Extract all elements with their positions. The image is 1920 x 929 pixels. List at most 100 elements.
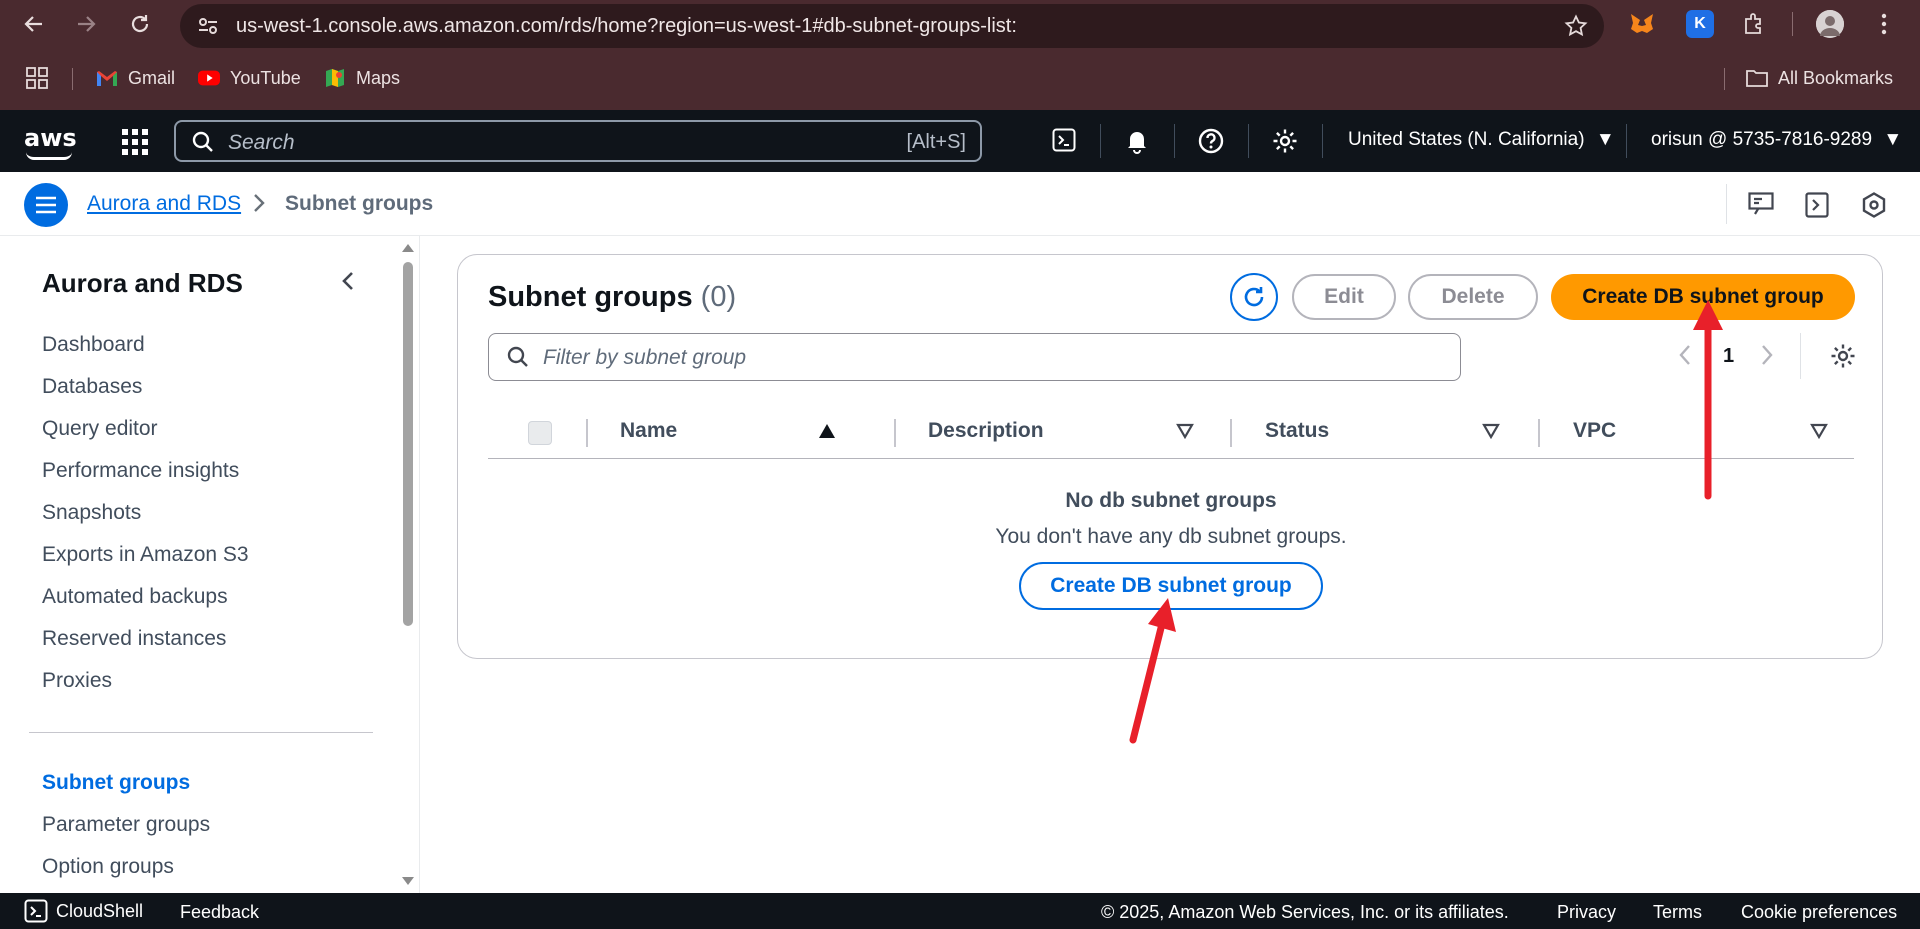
search-icon (192, 131, 214, 158)
scroll-thumb[interactable] (403, 262, 413, 626)
aws-logo-smile (26, 152, 72, 160)
sidebar-item-exports-s3[interactable]: Exports in Amazon S3 (42, 543, 249, 567)
navigation-toggle-button[interactable] (24, 183, 68, 227)
browser-chrome: us-west-1.console.aws.amazon.com/rds/hom… (0, 0, 1920, 110)
scroll-up-arrow[interactable] (402, 244, 414, 252)
account-menu[interactable]: orisun @ 5735-7816-9289 ▼ (1651, 129, 1902, 151)
scroll-down-arrow[interactable] (402, 877, 414, 885)
sort-icon[interactable] (1810, 423, 1828, 444)
nav-divider (1100, 124, 1101, 158)
empty-state-subtitle: You don't have any db subnet groups. (995, 525, 1347, 548)
hexagon-settings-icon[interactable] (1862, 192, 1886, 223)
reload-button[interactable] (124, 8, 156, 40)
filter-input[interactable]: Filter by subnet group (488, 333, 1461, 381)
column-header-vpc[interactable]: VPC (1573, 419, 1616, 443)
sidebar-item-dashboard[interactable]: Dashboard (42, 333, 145, 357)
forward-button[interactable] (70, 8, 102, 40)
column-divider[interactable] (1538, 419, 1540, 447)
bookmark-gmail[interactable]: Gmail (96, 64, 175, 92)
next-page-button[interactable] (1760, 343, 1774, 372)
bookmark-maps[interactable]: Maps (324, 64, 400, 92)
sidebar-item-query-editor[interactable]: Query editor (42, 417, 158, 441)
bookmarks-divider (72, 68, 73, 90)
terms-link[interactable]: Terms (1653, 902, 1702, 923)
back-button[interactable] (18, 8, 50, 40)
empty-create-db-subnet-group-button[interactable]: Create DB subnet group (1019, 562, 1323, 610)
column-header-description[interactable]: Description (928, 419, 1044, 443)
bookmark-star-icon[interactable] (1564, 14, 1588, 43)
sort-icon[interactable] (1482, 423, 1500, 444)
cloudshell-label: CloudShell (56, 900, 144, 921)
edit-button[interactable]: Edit (1292, 274, 1396, 320)
region-label: United States (N. California) (1348, 129, 1585, 150)
bookmark-label: Maps (356, 67, 401, 88)
column-divider[interactable] (586, 419, 588, 447)
side-navigation-title[interactable]: Aurora and RDS (42, 268, 243, 299)
reload-icon (131, 15, 149, 33)
privacy-link[interactable]: Privacy (1557, 902, 1616, 923)
apps-grid-icon (26, 67, 48, 89)
sidebar-item-proxies[interactable]: Proxies (42, 669, 112, 693)
tools-panel-icon[interactable] (1805, 192, 1829, 223)
region-selector[interactable]: United States (N. California) ▼ (1348, 129, 1615, 151)
create-db-subnet-group-button[interactable]: Create DB subnet group (1551, 274, 1855, 320)
help-icon[interactable] (1198, 128, 1224, 159)
sidebar-item-parameter-groups[interactable]: Parameter groups (42, 813, 210, 837)
sort-ascending-icon[interactable] (818, 423, 836, 444)
youtube-icon (198, 67, 220, 89)
panel-title: Subnet groups (0) (488, 281, 736, 314)
nav-divider (1174, 124, 1175, 158)
close-navigation-button[interactable] (340, 270, 356, 297)
select-all-checkbox[interactable] (528, 421, 552, 445)
bookmarks-divider (1724, 68, 1725, 90)
cloudshell-icon[interactable] (1052, 128, 1076, 157)
aws-logo[interactable]: aws (24, 124, 77, 152)
bookmark-youtube[interactable]: YouTube (198, 64, 301, 92)
all-bookmarks-button[interactable]: All Bookmarks (1746, 64, 1893, 92)
sidebar-item-snapshots[interactable]: Snapshots (42, 501, 141, 525)
current-page-number[interactable]: 1 (1723, 345, 1734, 368)
previous-page-button[interactable] (1678, 343, 1692, 372)
profile-avatar[interactable] (1816, 10, 1844, 38)
feedback-panel-icon[interactable] (1748, 192, 1774, 221)
k-extension-icon[interactable]: K (1686, 10, 1714, 38)
browser-menu-button[interactable] (1868, 8, 1900, 40)
column-header-name[interactable]: Name (620, 419, 677, 443)
breadcrumb-link-aurora-rds[interactable]: Aurora and RDS (87, 192, 241, 216)
apps-grid-button[interactable] (26, 64, 48, 92)
feedback-link[interactable]: Feedback (180, 902, 259, 923)
cloudshell-button[interactable]: CloudShell (24, 899, 143, 923)
sidebar-item-databases[interactable]: Databases (42, 375, 142, 399)
extensions-puzzle-icon[interactable] (1740, 10, 1768, 38)
table-preferences-button[interactable] (1830, 343, 1856, 374)
gear-icon[interactable] (1272, 128, 1298, 159)
column-divider[interactable] (1230, 419, 1232, 447)
nav-divider (1626, 124, 1627, 158)
sidebar-item-reserved-instances[interactable]: Reserved instances (42, 627, 226, 651)
bookmark-label: YouTube (230, 67, 301, 88)
filter-placeholder: Filter by subnet group (543, 346, 747, 369)
sort-icon[interactable] (1176, 423, 1194, 444)
metamask-extension-icon[interactable] (1628, 10, 1656, 38)
sidebar-item-performance-insights[interactable]: Performance insights (42, 459, 239, 483)
sidebar-item-subnet-groups[interactable]: Subnet groups (42, 771, 190, 795)
site-settings-icon[interactable] (196, 14, 220, 38)
column-divider[interactable] (894, 419, 896, 447)
sidebar-scrollbar[interactable] (400, 236, 416, 893)
delete-button[interactable]: Delete (1408, 274, 1538, 320)
address-bar[interactable]: us-west-1.console.aws.amazon.com/rds/hom… (180, 4, 1604, 48)
sidebar-item-automated-backups[interactable]: Automated backups (42, 585, 228, 609)
global-search-input[interactable]: Search [Alt+S] (174, 120, 982, 162)
bell-icon[interactable] (1126, 128, 1148, 159)
column-header-status[interactable]: Status (1265, 419, 1329, 443)
sidebar-item-option-groups[interactable]: Option groups (42, 855, 174, 879)
side-navigation: Aurora and RDS Dashboard Databases Query… (0, 236, 420, 893)
folder-icon (1746, 67, 1768, 89)
breadcrumb-bar: Aurora and RDS Subnet groups (0, 172, 1920, 236)
sidebar-divider (29, 732, 373, 733)
search-icon (507, 346, 529, 373)
refresh-button[interactable] (1230, 273, 1278, 321)
cookie-preferences-link[interactable]: Cookie preferences (1741, 902, 1897, 923)
gear-icon (1831, 344, 1855, 368)
services-menu-icon[interactable] (122, 129, 148, 160)
